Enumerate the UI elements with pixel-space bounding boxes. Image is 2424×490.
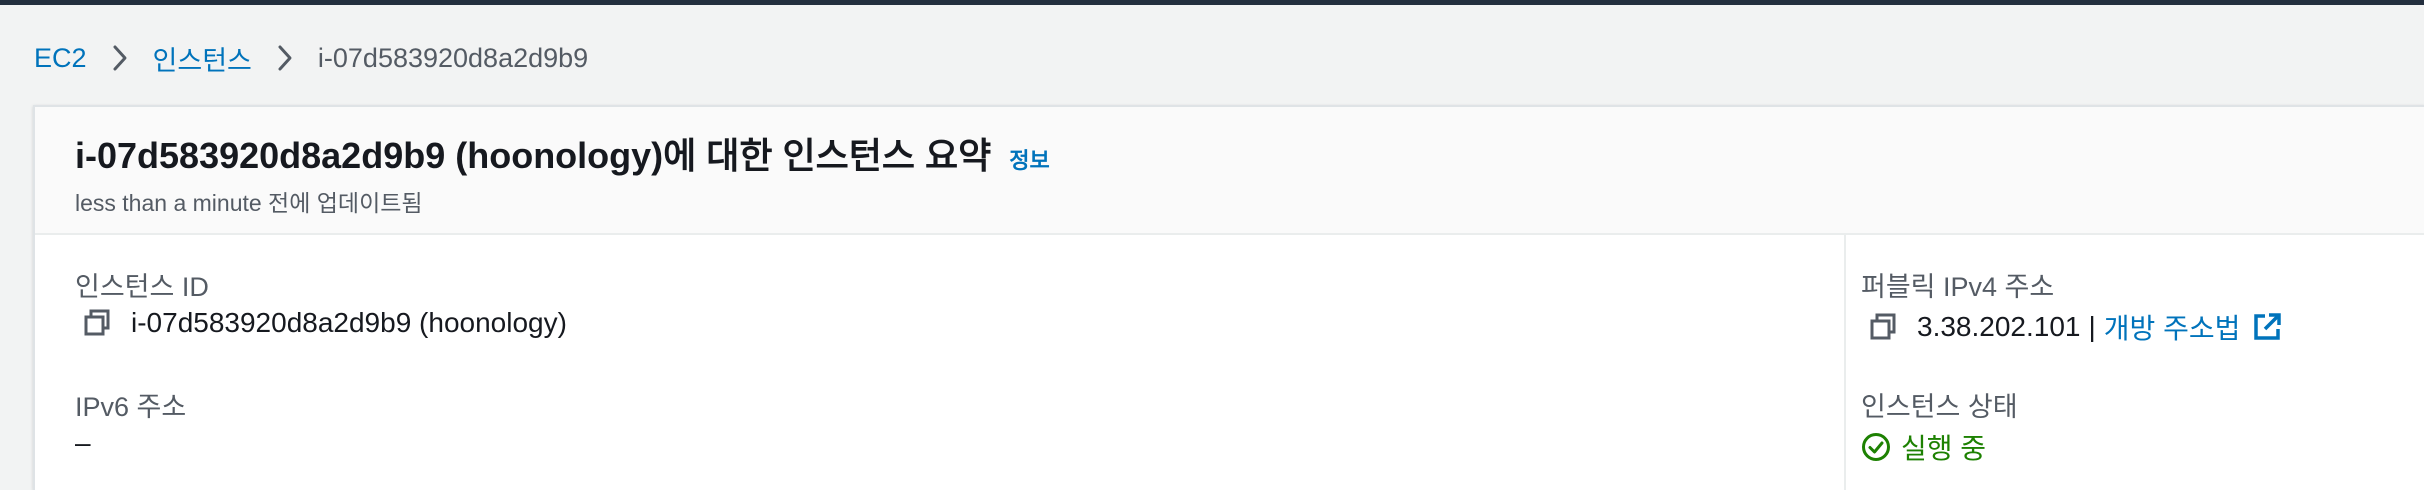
public-ipv4-value: 3.38.202.101 — [1917, 311, 2081, 342]
breadcrumb: EC2 인스턴스 i-07d583920d8a2d9b9 — [34, 38, 588, 78]
page-title: i-07d583920d8a2d9b9 (hoonology)에 대한 인스턴스… — [75, 135, 992, 176]
instance-state-label: 인스턴스 상태 — [1861, 392, 2018, 422]
copy-icon[interactable] — [1869, 312, 1899, 342]
breadcrumb-instances[interactable]: 인스턴스 — [153, 39, 252, 78]
chevron-right-icon — [274, 40, 296, 76]
copy-icon[interactable] — [83, 308, 113, 338]
column-divider — [1844, 235, 1846, 490]
check-circle-icon — [1861, 432, 1891, 462]
instance-state-value: 실행 중 — [1901, 433, 1987, 464]
instance-id-value-row: i-07d583920d8a2d9b9 (hoonology) — [83, 307, 567, 339]
chevron-right-icon — [109, 40, 131, 76]
instance-state-value-row: 실행 중 — [1861, 427, 1986, 467]
value-separator: | — [2088, 311, 2096, 342]
panel-header: i-07d583920d8a2d9b9 (hoonology)에 대한 인스턴스… — [35, 107, 2424, 235]
panel-title-row: i-07d583920d8a2d9b9 (hoonology)에 대한 인스턴스… — [75, 127, 1050, 179]
instance-id-value: i-07d583920d8a2d9b9 (hoonology) — [131, 307, 567, 338]
breadcrumb-current-instance: i-07d583920d8a2d9b9 — [317, 42, 589, 73]
open-address-link[interactable]: 개방 주소법 — [2104, 307, 2241, 347]
info-link[interactable]: 정보 — [1009, 143, 1049, 175]
public-ipv4-label: 퍼블릭 IPv4 주소 — [1861, 272, 2055, 302]
ipv6-value: – — [75, 427, 91, 458]
breadcrumb-ec2[interactable]: EC2 — [34, 43, 87, 74]
instance-id-label: 인스턴스 ID — [75, 272, 209, 302]
top-nav-bar — [0, 0, 2424, 5]
instance-summary-panel: i-07d583920d8a2d9b9 (hoonology)에 대한 인스턴스… — [33, 105, 2424, 490]
external-link-icon[interactable] — [2252, 312, 2282, 342]
ipv6-label: IPv6 주소 — [75, 392, 187, 422]
public-ipv4-value-row: 3.38.202.101 | 개방 주소법 — [1869, 307, 2282, 347]
last-updated-text: less than a minute 전에 업데이트됨 — [75, 190, 423, 216]
